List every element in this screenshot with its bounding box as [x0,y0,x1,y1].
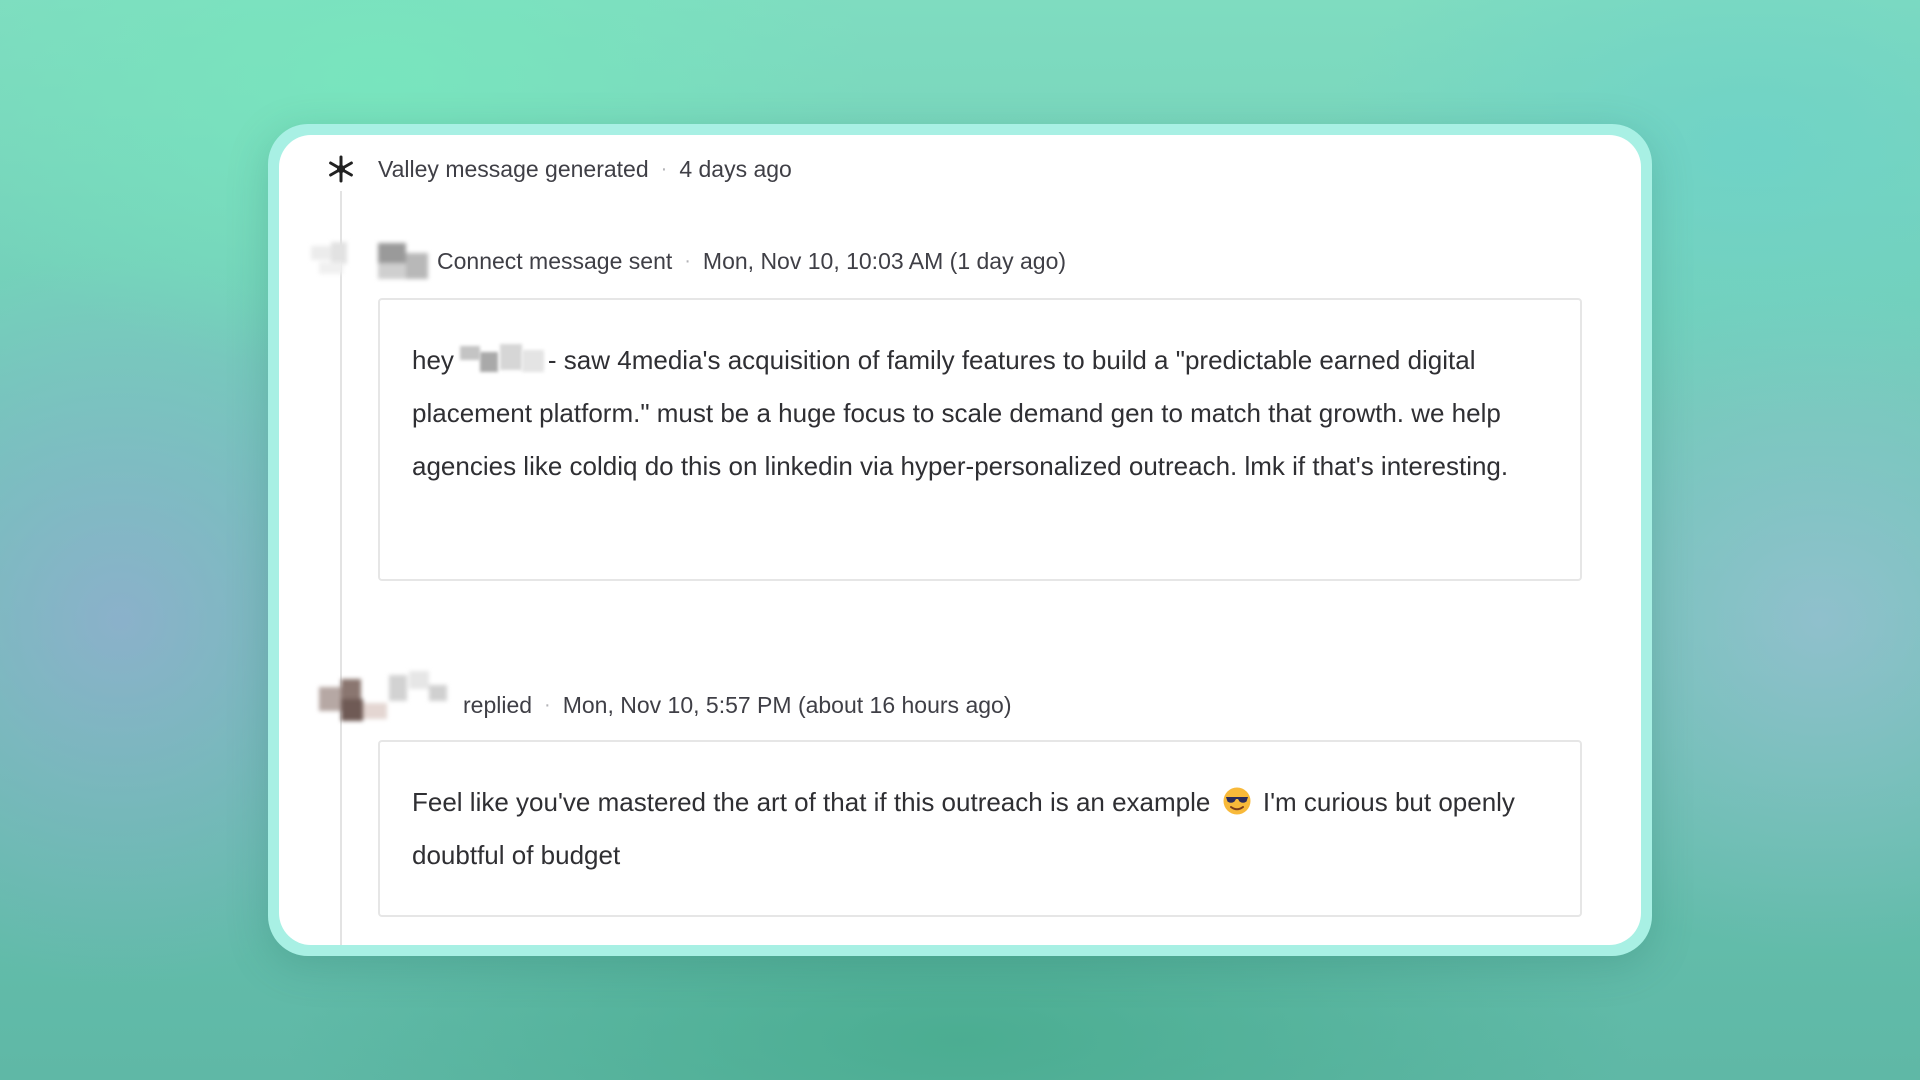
recipient-name-redacted [456,342,548,376]
sender-name-redacted [378,239,430,281]
event-time: 4 days ago [679,155,792,182]
smiling-face-with-sunglasses-icon [1223,787,1251,815]
separator-dot: · [660,157,668,180]
event-label: Valley message generated [378,155,649,182]
event-connect-sent: Connect message sent · Mon, Nov 10, 10:0… [437,243,1066,279]
replier-avatar-redacted [319,671,455,729]
message-greeting: hey [412,345,454,375]
separator-dot: · [684,249,691,272]
timeline-line [340,191,342,945]
sender-avatar-redacted [301,240,369,280]
event-generated: Valley message generated · 4 days ago [378,151,792,187]
event-label: Connect message sent [437,247,673,274]
reply-message-box: Feel like you've mastered the art of tha… [378,740,1582,917]
connect-message-box: hey - saw 4media's acquisition of family … [378,298,1582,581]
reply-text-part1: Feel like you've mastered the art of tha… [412,787,1211,817]
message-body: - saw 4media's acquisition of family fea… [412,345,1509,481]
separator-dot: · [544,693,551,716]
event-replied: replied · Mon, Nov 10, 5:57 PM (about 16… [463,687,1011,723]
event-time: Mon, Nov 10, 5:57 PM (about 16 hours ago… [562,691,1012,718]
activity-timeline-card: Valley message generated · 4 days ago Co… [279,135,1641,945]
sparkle-icon [325,153,357,185]
event-time: Mon, Nov 10, 10:03 AM (1 day ago) [702,247,1067,274]
event-label: replied [463,691,533,718]
